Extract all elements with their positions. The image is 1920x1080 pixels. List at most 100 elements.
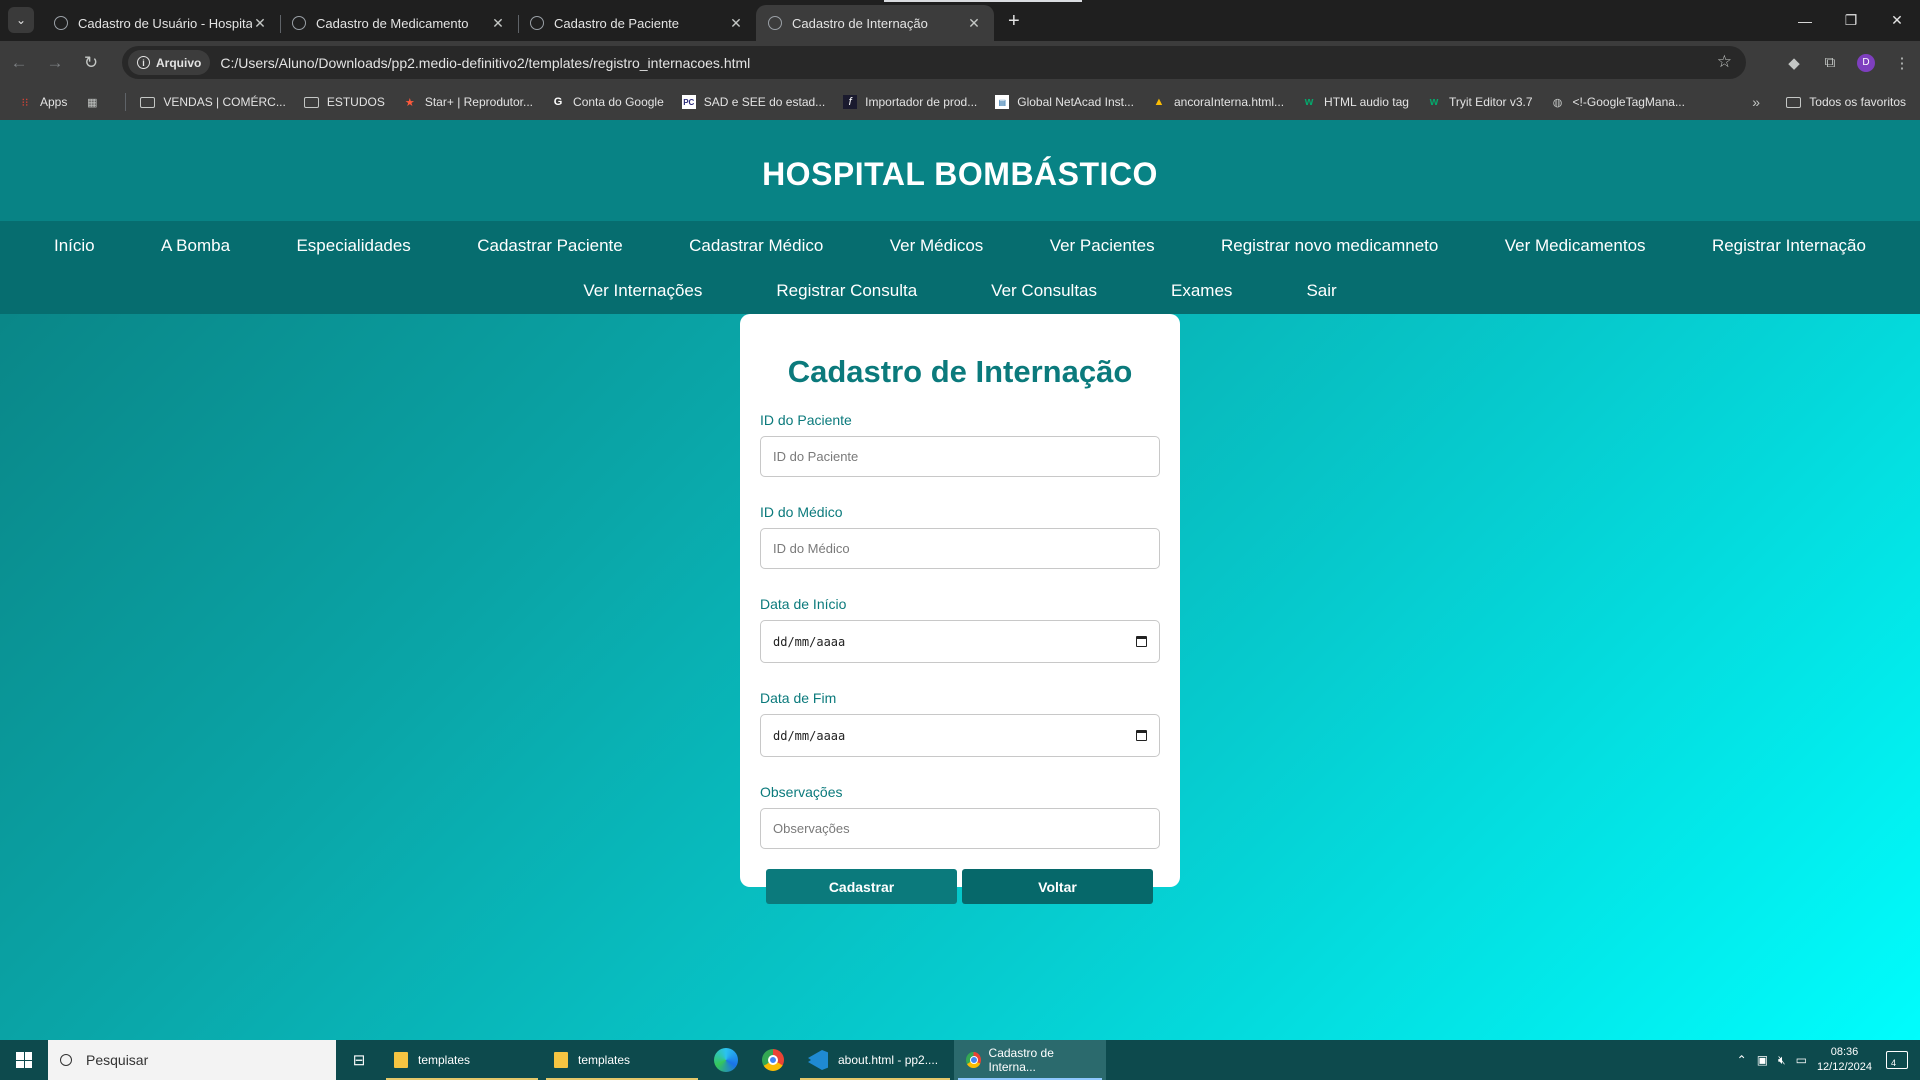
end-date-value: dd/mm/aaaa [773, 728, 846, 743]
forward-icon[interactable]: → [38, 46, 72, 80]
security-label: Arquivo [156, 55, 202, 70]
all-bookmarks-label: Todos os favoritos [1809, 95, 1906, 109]
taskbar-item[interactable]: about.html - pp2.... [796, 1040, 954, 1080]
browser-tab[interactable]: Cadastro de Medicamento ✕ [280, 5, 518, 41]
taskbar-item[interactable]: templates [382, 1040, 542, 1080]
end-date-input[interactable]: dd/mm/aaaa [760, 714, 1160, 757]
taskbar-item-chrome[interactable] [750, 1040, 796, 1080]
nav-link-ver-internacoes[interactable]: Ver Internações [583, 281, 702, 301]
close-tab-icon[interactable]: ✕ [252, 15, 268, 32]
nav-link-registrar-consulta[interactable]: Registrar Consulta [776, 281, 917, 301]
nav-link-sair[interactable]: Sair [1306, 281, 1336, 301]
nav-link-ver-pacientes[interactable]: Ver Pacientes [1050, 236, 1155, 256]
bookmark-folder[interactable]: VENDAS | COMÉRC... [140, 95, 286, 109]
calendar-icon[interactable] [1136, 636, 1147, 647]
bookmark-apps[interactable]: ⁝⁝ Apps [18, 95, 68, 109]
nav-link-registrar-medicamento[interactable]: Registrar novo medicamneto [1221, 236, 1438, 256]
speaker-muted-icon[interactable]: 🔇︎ [1778, 1053, 1786, 1068]
network-icon[interactable]: ▭ [1796, 1053, 1807, 1067]
globe-icon: ◍ [1552, 96, 1563, 109]
google-icon: G [553, 96, 563, 108]
back-button[interactable]: Voltar [962, 869, 1153, 904]
task-view-icon[interactable]: ⊟ [336, 1051, 382, 1069]
reload-icon[interactable]: ↻ [74, 46, 108, 80]
nav-link-especialidades[interactable]: Especialidades [296, 236, 410, 256]
bookmark-item[interactable]: ★ Star+ | Reprodutor... [403, 95, 533, 109]
profile-avatar[interactable]: D [1857, 53, 1875, 72]
bookmark-label: Star+ | Reprodutor... [424, 95, 534, 109]
start-button[interactable] [0, 1040, 48, 1080]
doctor-id-input[interactable]: ID do Médico [760, 528, 1160, 569]
nav-link-exames[interactable]: Exames [1171, 281, 1232, 301]
site-info-chip[interactable]: i Arquivo [128, 50, 211, 75]
taskbar-item-label: templates [418, 1053, 471, 1067]
nav-link-a-bomba[interactable]: A Bomba [161, 236, 230, 256]
back-icon[interactable]: ← [2, 46, 36, 80]
info-icon: i [137, 56, 150, 69]
bookmark-item[interactable]: w Tryit Editor v3.7 [1427, 95, 1533, 109]
bookmarks-overflow-icon[interactable]: » [1752, 94, 1760, 110]
close-tab-icon[interactable]: ✕ [966, 15, 982, 32]
bookmark-item[interactable]: G Conta do Google [551, 95, 664, 109]
nav-link-cadastrar-medico[interactable]: Cadastrar Médico [689, 236, 823, 256]
bookmark-folder[interactable]: ESTUDOS [303, 95, 385, 109]
globe-icon [530, 16, 544, 30]
bookmark-item[interactable]: ▤ Global NetAcad Inst... [995, 95, 1134, 109]
address-bar[interactable]: i Arquivo C:/Users/Aluno/Downloads/pp2.m… [122, 46, 1746, 79]
nav-link-ver-medicamentos[interactable]: Ver Medicamentos [1505, 236, 1646, 256]
start-date-value: dd/mm/aaaa [773, 634, 846, 649]
close-tab-icon[interactable]: ✕ [490, 15, 506, 32]
bookmark-label: SAD e SEE do estad... [703, 95, 826, 109]
tab-divider-line [884, 0, 1082, 2]
file-explorer-icon [554, 1052, 568, 1068]
bookmark-label: ESTUDOS [326, 95, 385, 109]
bookmark-grid[interactable]: ▦ [85, 95, 107, 109]
all-bookmarks[interactable]: Todos os favoritos [1786, 95, 1906, 109]
browser-tab-active[interactable]: Cadastro de Internação ✕ [756, 5, 994, 41]
start-date-input[interactable]: dd/mm/aaaa [760, 620, 1160, 663]
chevron-up-icon[interactable]: ⌃ [1737, 1053, 1747, 1067]
tab-title: Cadastro de Paciente [554, 15, 680, 31]
windows-logo-icon [16, 1052, 32, 1068]
notification-icon[interactable]: 4 [1886, 1051, 1908, 1069]
taskbar-item-active[interactable]: Cadastro de Interna... [954, 1040, 1106, 1080]
browser-tab[interactable]: Cadastro de Usuário - Hospital ✕ [42, 5, 280, 41]
bookmark-item[interactable]: w HTML audio tag [1302, 95, 1409, 109]
nav-link-cadastrar-paciente[interactable]: Cadastrar Paciente [477, 236, 623, 256]
nav-link-inicio[interactable]: Início [54, 236, 95, 256]
menu-kebab-icon[interactable]: ⋮ [1884, 54, 1920, 72]
close-tab-icon[interactable]: ✕ [728, 15, 744, 32]
url-text[interactable]: C:/Users/Aluno/Downloads/pp2.medio-defin… [220, 55, 750, 71]
tab-search-icon[interactable]: ⌄ [8, 7, 34, 33]
close-window-icon[interactable]: ✕ [1874, 0, 1920, 41]
taskbar-item[interactable]: templates [542, 1040, 702, 1080]
patient-id-input[interactable]: ID do Paciente [760, 436, 1160, 477]
nav-link-registrar-internacao[interactable]: Registrar Internação [1712, 236, 1866, 256]
calendar-icon[interactable] [1136, 730, 1147, 741]
notes-input[interactable]: Observações [760, 808, 1160, 849]
bookmark-item[interactable]: ◍ <!-GoogleTagMana... [1551, 95, 1685, 109]
extension-puzzle-icon[interactable]: ◆ [1776, 54, 1812, 72]
meet-icon[interactable]: ▣ [1757, 1053, 1768, 1067]
browser-tab[interactable]: Cadastro de Paciente ✕ [518, 5, 756, 41]
minimize-icon[interactable]: — [1782, 0, 1828, 41]
bookmark-label: Global NetAcad Inst... [1017, 95, 1134, 109]
bookmark-item[interactable]: ▲ ancoraInterna.html... [1152, 95, 1285, 109]
taskbar-search[interactable]: Pesquisar [48, 1040, 336, 1080]
bookmark-item[interactable]: f Importador de prod... [843, 95, 977, 109]
nav-link-ver-consultas[interactable]: Ver Consultas [991, 281, 1097, 301]
new-tab-icon[interactable]: + [1008, 10, 1020, 33]
folder-icon [1786, 96, 1802, 108]
tab-title: Cadastro de Medicamento [316, 15, 469, 31]
taskbar-item-edge[interactable] [702, 1040, 750, 1080]
bookmark-item[interactable]: PC SAD e SEE do estad... [681, 95, 826, 109]
pc-icon: PC [681, 95, 696, 109]
extensions-icon[interactable]: ⧉ [1812, 54, 1848, 71]
bookmark-star-icon[interactable]: ☆ [1717, 52, 1732, 72]
taskbar-clock[interactable]: 08:36 12/12/2024 [1817, 1045, 1872, 1075]
bookmark-label: ancoraInterna.html... [1173, 95, 1285, 109]
nav-link-ver-medicos[interactable]: Ver Médicos [890, 236, 984, 256]
folder-icon [303, 96, 319, 108]
submit-button[interactable]: Cadastrar [766, 869, 957, 904]
restore-icon[interactable]: ❐ [1828, 0, 1874, 41]
